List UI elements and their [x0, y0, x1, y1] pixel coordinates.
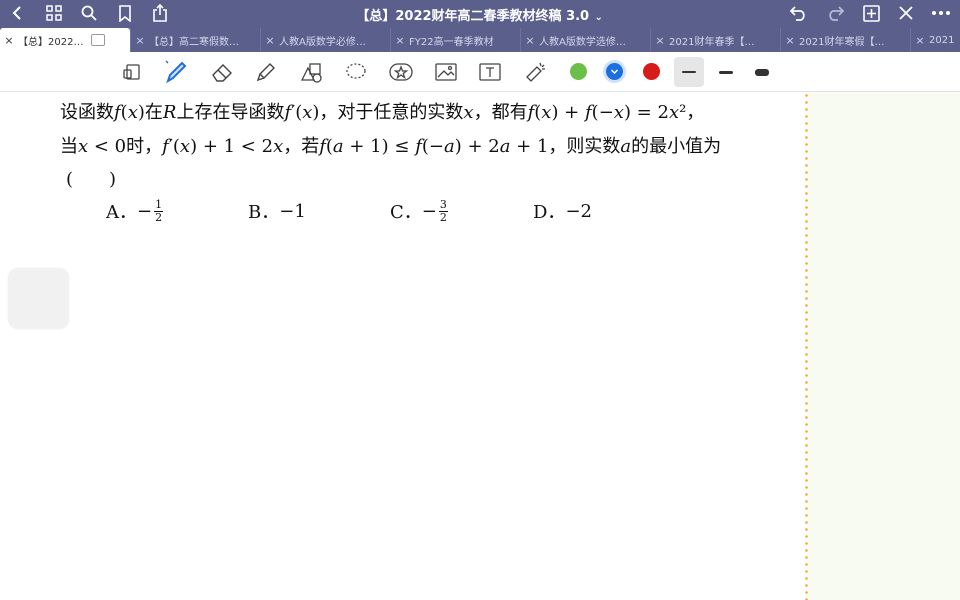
option-d: D． −2	[533, 198, 592, 224]
tab-label: 【总】高二寒假数…	[149, 36, 239, 48]
option-sign: −	[137, 200, 153, 222]
numerator: 1	[155, 197, 163, 211]
pen-icon[interactable]	[162, 58, 190, 86]
tab-close-icon[interactable]: ×	[781, 34, 799, 47]
stroke-thin-selected[interactable]	[674, 57, 704, 87]
color-blue-swatch-selected[interactable]	[606, 63, 623, 80]
tab-document-2[interactable]: × 【总】高二寒假数…	[130, 28, 260, 52]
option-letter: D．	[533, 202, 566, 223]
tab-close-icon[interactable]: ×	[261, 34, 279, 47]
eraser-icon[interactable]	[208, 58, 236, 86]
option-a: A． − 1 2	[106, 197, 164, 224]
option-c: C． − 3 2	[390, 198, 448, 224]
document-title-text: 【总】2022财年高二春季教材终稿 3.0	[356, 9, 590, 24]
tab-label: 【总】2022…	[18, 36, 84, 48]
image-icon[interactable]	[432, 58, 460, 86]
tab-bar: × 【总】2022… × 【总】高二寒假数… × 人教A版数学必修… × FY2…	[0, 27, 960, 52]
question-line-2: 当x < 0时，f′(x) + 1 < 2x，若f(a + 1) ≤ f(−a)…	[60, 136, 722, 157]
grid-icon[interactable]	[43, 3, 65, 23]
tab-document-4[interactable]: × FY22高一春季教材	[390, 28, 520, 52]
tab-close-icon[interactable]: ×	[131, 34, 149, 47]
redo-icon[interactable]	[824, 3, 846, 23]
color-green-swatch[interactable]	[570, 63, 587, 80]
tab-close-icon[interactable]: ×	[911, 34, 929, 47]
document-page[interactable]: 设函数f(x)在R上存在导函数f′(x)，对于任意的实数x，都有f(x) + f…	[0, 92, 806, 600]
fraction: 3 2	[438, 197, 448, 224]
option-b: B． −1	[248, 198, 306, 224]
title-bar: 【总】2022财年高二春季教材终稿 3.0 ⌄	[0, 0, 960, 27]
tab-document-7[interactable]: × 2021财年寒假【…	[780, 28, 910, 52]
stroke-thick[interactable]	[755, 69, 769, 76]
stroke-medium[interactable]	[719, 71, 733, 74]
fraction: 1 2	[154, 197, 164, 224]
tab-close-icon[interactable]: ×	[391, 34, 409, 47]
undo-icon[interactable]	[788, 3, 810, 23]
tab-label: 2021	[929, 34, 955, 46]
title-chevron-down-icon: ⌄	[594, 12, 603, 23]
document-title[interactable]: 【总】2022财年高二春季教材终稿 3.0 ⌄	[0, 5, 960, 24]
share-icon[interactable]	[149, 3, 171, 23]
lasso-select-page-icon[interactable]	[118, 58, 146, 86]
tab-close-icon[interactable]: ×	[0, 34, 18, 47]
color-red-swatch[interactable]	[643, 63, 660, 80]
highlighter-icon[interactable]	[252, 58, 280, 86]
option-value: −2	[565, 200, 592, 222]
tab-label: 人教A版数学选修…	[539, 36, 626, 48]
lasso-icon[interactable]	[342, 58, 370, 86]
tab-document-8[interactable]: × 2021	[910, 28, 960, 52]
more-icon[interactable]	[930, 3, 952, 23]
sticker-star-icon[interactable]	[387, 58, 415, 86]
shapes-icon[interactable]	[297, 58, 325, 86]
option-letter: A．	[106, 202, 137, 223]
text-box-icon[interactable]	[476, 58, 504, 86]
numerator: 3	[439, 197, 447, 211]
tab-label: FY22高一春季教材	[409, 36, 494, 48]
tab-document-3[interactable]: × 人教A版数学必修…	[260, 28, 390, 52]
bookmark-icon[interactable]	[114, 3, 136, 23]
tab-document-5[interactable]: × 人教A版数学选修…	[520, 28, 650, 52]
tab-document-6[interactable]: × 2021财年春季【…	[650, 28, 780, 52]
tab-label: 2021财年寒假【…	[799, 36, 885, 48]
option-value: −1	[279, 200, 306, 222]
question-line-1: 设函数f(x)在R上存在导函数f′(x)，对于任意的实数x，都有f(x) + f…	[60, 102, 705, 123]
denominator: 2	[439, 210, 447, 224]
tab-close-icon[interactable]: ×	[651, 34, 669, 47]
option-letter: C．	[390, 202, 422, 223]
search-icon[interactable]	[78, 3, 100, 23]
laser-pointer-icon[interactable]	[521, 58, 549, 86]
tab-label: 人教A版数学必修…	[279, 36, 366, 48]
chevron-down-icon	[610, 69, 619, 75]
annotation-toolbar	[0, 52, 960, 92]
floating-assistive-button[interactable]	[8, 268, 69, 329]
denominator: 2	[155, 210, 163, 224]
back-chevron-icon[interactable]	[6, 3, 28, 23]
tab-label: 2021财年春季【…	[669, 36, 755, 48]
answer-bracket: ( )	[66, 169, 117, 190]
tab-layout-icon[interactable]	[91, 34, 106, 46]
tab-document-1[interactable]: × 【总】2022…	[0, 28, 130, 52]
option-sign: −	[421, 200, 437, 222]
thin-stroke-icon	[682, 71, 696, 73]
option-letter: B．	[248, 202, 280, 223]
tab-close-icon[interactable]: ×	[521, 34, 539, 47]
add-page-icon[interactable]	[860, 3, 882, 23]
page-margin-area[interactable]	[808, 92, 960, 600]
close-icon[interactable]	[895, 3, 917, 23]
